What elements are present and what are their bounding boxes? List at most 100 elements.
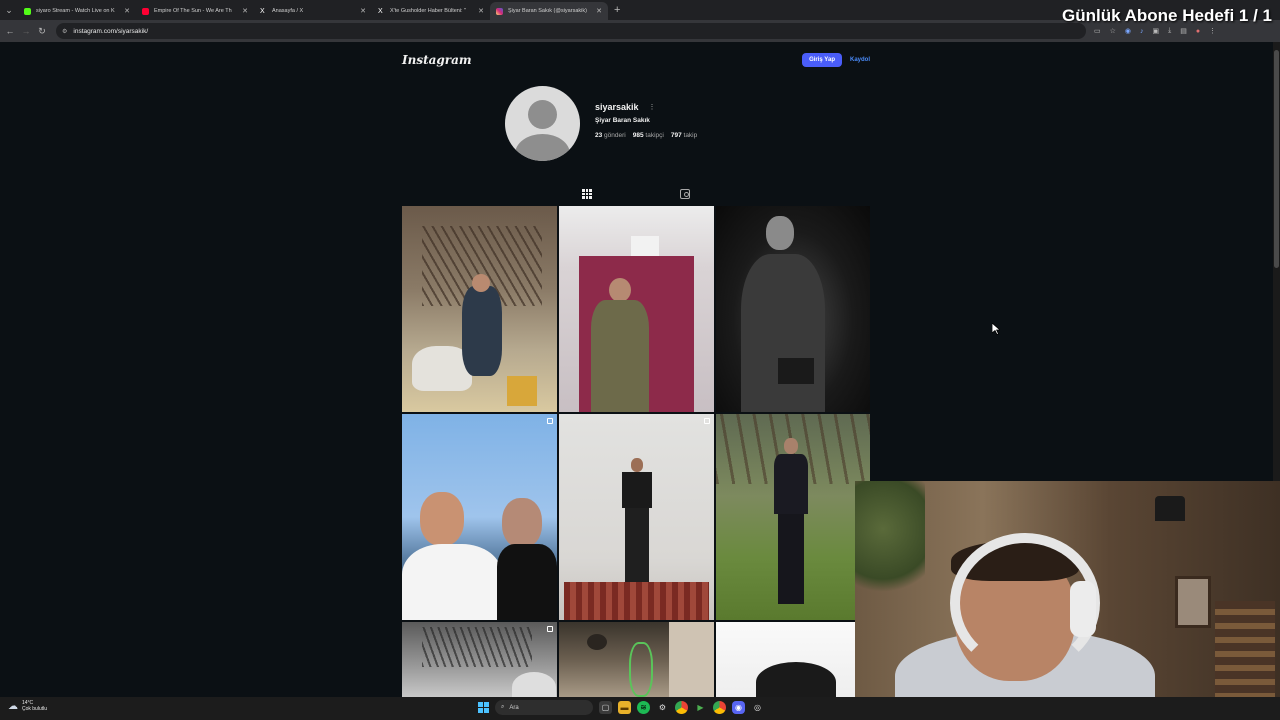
tab-search-icon[interactable]: ⌄ [0, 0, 18, 20]
tab-title: X'te Gusholder Haber Bülteni: " [390, 8, 467, 14]
posts-stat: 23 gönderi [595, 132, 626, 139]
chrome-icon[interactable] [675, 701, 688, 714]
profile-tabs [402, 185, 870, 205]
site-info-icon[interactable]: ⚙ [62, 28, 67, 35]
cast-icon[interactable]: ▭ [1094, 27, 1101, 35]
browser-tab-kick[interactable]: siyaro Stream - Watch Live on K ✕ [18, 2, 136, 20]
obs-icon[interactable]: ◎ [751, 701, 764, 714]
browser-tab-youtube[interactable]: Empire Of The Sun - We Are Th ✕ [136, 2, 254, 20]
followers-stat[interactable]: 985 takipçi [633, 132, 664, 139]
profile-header: siyarsakik ⋮ Şiyar Baran Sakık 23 gönder… [505, 86, 805, 162]
post-room-interior[interactable] [559, 622, 714, 697]
windows-start-icon[interactable] [478, 702, 489, 713]
weather-description: Çok bulutlu [22, 706, 48, 712]
sidebar-icon[interactable]: ▤ [1180, 27, 1187, 35]
instagram-favicon-icon [496, 7, 503, 15]
close-tab-icon[interactable]: ✕ [124, 7, 130, 15]
task-view-icon[interactable]: ▢ [599, 701, 612, 714]
header-actions: Giriş Yap Kaydol [802, 53, 870, 67]
following-count: 797 [670, 132, 682, 139]
post-man-on-rug-studio[interactable] [559, 414, 714, 620]
tab-title: Şiyar Baran Sakık (@siyarsakik) [508, 8, 587, 14]
tab-title: Empire Of The Sun - We Are Th [154, 8, 232, 14]
carousel-icon [704, 418, 710, 424]
search-placeholder: Ara [509, 704, 519, 711]
close-tab-icon[interactable]: ✕ [360, 7, 366, 15]
webcam-overlay [855, 481, 1280, 720]
bookmark-star-icon[interactable]: ☆ [1110, 27, 1116, 35]
play-icon[interactable]: ▶ [694, 701, 707, 714]
tab-posts[interactable] [580, 187, 594, 201]
carousel-icon [547, 626, 553, 632]
close-tab-icon[interactable]: ✕ [596, 7, 602, 15]
avatar[interactable] [505, 86, 580, 161]
profile-icon[interactable]: ● [1196, 28, 1200, 35]
followers-count: 985 [632, 132, 644, 139]
extension-icon[interactable]: ◉ [1125, 27, 1131, 35]
menu-icon[interactable]: ⋮ [1209, 27, 1216, 35]
settings-gear-icon[interactable]: ⚙ [656, 701, 669, 714]
x-favicon-icon: X [260, 7, 267, 15]
tab-tagged[interactable] [678, 187, 692, 201]
mouse-cursor-icon [992, 323, 1000, 335]
avatar-placeholder-body [515, 134, 570, 161]
search-icon: ⌕ [501, 704, 505, 710]
username-row: siyarsakik ⋮ [595, 102, 656, 112]
post-man-bw-portrait[interactable] [716, 206, 870, 412]
avatar-placeholder-head [528, 100, 557, 129]
instagram-header: Instagram Giriş Yap Kaydol [402, 51, 870, 69]
toolbar-icons: ▭ ☆ ◉ ♪ ▣ ⤓ ▤ ● ⋮ [1094, 27, 1216, 35]
audio-icon[interactable]: ♪ [1140, 28, 1144, 35]
kick-favicon-icon [24, 7, 31, 15]
discord-icon[interactable]: ◉ [732, 701, 745, 714]
browser-tab-instagram[interactable]: Şiyar Baran Sakık (@siyarsakik) ✕ [490, 2, 608, 20]
post-man-on-scooter[interactable] [402, 206, 557, 412]
screen: ⌄ siyaro Stream - Watch Live on K ✕ Empi… [0, 0, 1280, 720]
windows-taskbar: ☁ 14°C Çok bulutlu ⌕ Ara ▢ ▬ ≋ ⚙ ▶ ◉ ◎ [0, 697, 1280, 720]
download-icon[interactable]: ⤓ [1168, 27, 1171, 35]
post-two-men-selfie[interactable] [402, 414, 557, 620]
tagged-icon [680, 189, 690, 199]
back-icon[interactable]: ← [4, 26, 16, 36]
browser-tab-x-home[interactable]: X Anasayfa / X ✕ [254, 2, 372, 20]
address-bar[interactable]: ⚙ instagram.com/siyarsakik/ [56, 23, 1086, 39]
followers-label: takipçi [645, 132, 664, 139]
cloud-icon: ☁ [8, 700, 18, 712]
posts-count: 23 [595, 132, 603, 139]
login-button[interactable]: Giriş Yap [802, 53, 842, 67]
youtube-favicon-icon [142, 7, 149, 15]
chrome-profile-icon[interactable] [713, 701, 726, 714]
post-bw-portrait-hair[interactable] [716, 622, 857, 697]
following-stat[interactable]: 797 takip [671, 132, 697, 139]
new-tab-button[interactable]: + [614, 4, 620, 16]
file-explorer-icon[interactable]: ▬ [618, 701, 631, 714]
weather-widget[interactable]: ☁ 14°C Çok bulutlu [8, 700, 47, 712]
close-tab-icon[interactable]: ✕ [242, 7, 248, 15]
tab-title: Anasayfa / X [272, 8, 304, 14]
instagram-logo[interactable]: Instagram [402, 53, 472, 67]
grid-icon [582, 189, 592, 199]
profile-full-name: Şiyar Baran Sakık [595, 117, 650, 124]
extensions-puzzle-icon[interactable]: ▣ [1153, 27, 1160, 35]
posts-label: gönderi [604, 132, 626, 139]
taskbar-apps: ⌕ Ara ▢ ▬ ≋ ⚙ ▶ ◉ ◎ [478, 700, 764, 715]
carousel-icon [547, 418, 553, 424]
following-label: takip [683, 132, 698, 139]
post-man-in-suit-park[interactable] [716, 414, 870, 620]
close-tab-icon[interactable]: ✕ [478, 7, 484, 15]
reload-icon[interactable]: ↻ [36, 26, 48, 37]
forward-icon[interactable]: → [20, 26, 32, 36]
taskbar-search[interactable]: ⌕ Ara [495, 700, 593, 715]
profile-username: siyarsakik [595, 102, 639, 112]
stream-overlay-goal: Günlük Abone Hedefi 1 / 1 [1061, 6, 1272, 25]
signup-link[interactable]: Kaydol [850, 57, 870, 63]
x-favicon-icon: X [378, 7, 385, 15]
more-options-icon[interactable]: ⋮ [649, 103, 656, 111]
profile-stats: 23 gönderi 985 takipçi 797 takip [595, 132, 697, 139]
scrollbar-thumb[interactable] [1274, 50, 1279, 268]
post-bw-street[interactable] [402, 622, 557, 697]
spotify-icon[interactable]: ≋ [637, 701, 650, 714]
url-text: instagram.com/siyarsakik/ [73, 27, 149, 35]
post-mirror-selfie-camo[interactable] [559, 206, 714, 412]
browser-tab-x-post[interactable]: X X'te Gusholder Haber Bülteni: " ✕ [372, 2, 490, 20]
